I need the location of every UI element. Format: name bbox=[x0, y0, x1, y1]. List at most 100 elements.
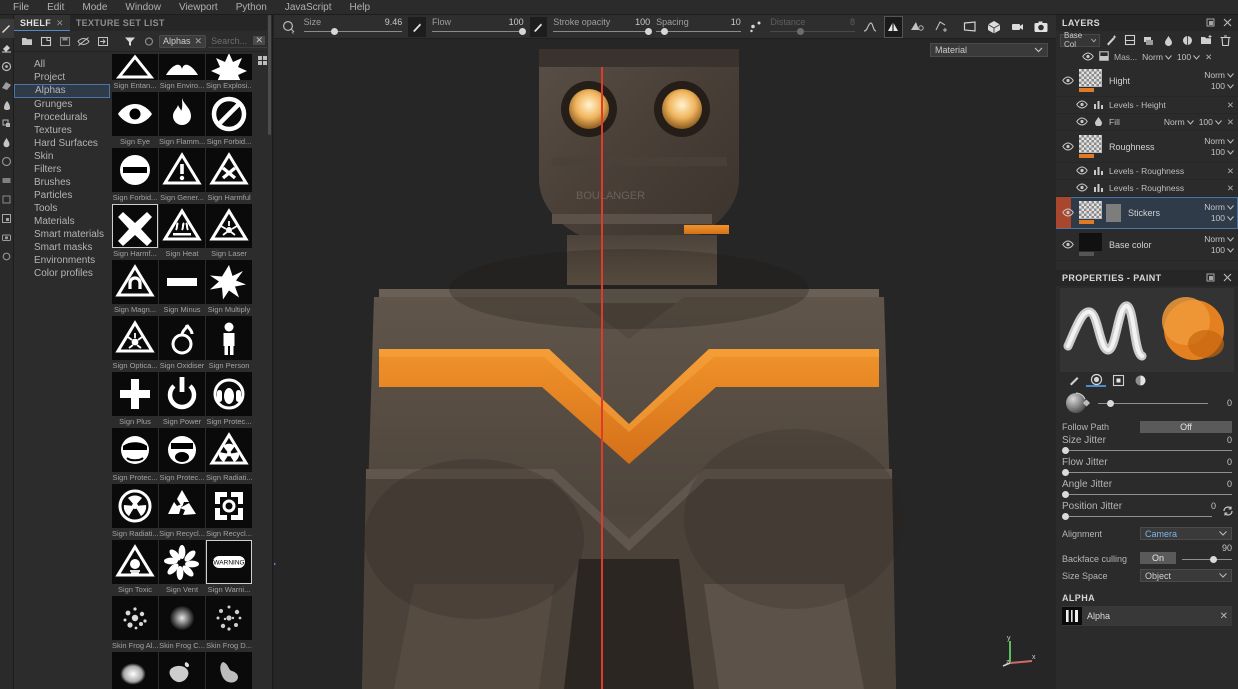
asset-cell[interactable]: WARNING Sign Warni... bbox=[206, 540, 252, 595]
smudge-cloud-icon[interactable] bbox=[112, 652, 158, 689]
sign-magnetic-icon[interactable] bbox=[112, 260, 158, 304]
asset-cell[interactable]: Sign Eye bbox=[112, 92, 158, 147]
effect-close-icon[interactable]: ✕ bbox=[1227, 100, 1238, 111]
layer-mask-thumbnail[interactable] bbox=[1106, 203, 1121, 222]
asset-cell[interactable]: Sign Plus bbox=[112, 372, 158, 427]
filter-chip-alphas[interactable]: Alphas ✕ bbox=[159, 34, 207, 48]
menu-item-viewport[interactable]: Viewport bbox=[170, 0, 227, 15]
sign-forbidden-bar-icon[interactable] bbox=[112, 148, 158, 192]
asset-cell[interactable]: Skin Frog Al... bbox=[112, 596, 158, 651]
asset-cell[interactable]: Sign Enviro... bbox=[159, 54, 205, 91]
layer-opacity-dropdown[interactable]: 100 bbox=[1211, 81, 1234, 91]
paint-tool-icon[interactable] bbox=[0, 19, 14, 38]
mask-icon[interactable] bbox=[1099, 51, 1109, 63]
effect-close-icon[interactable]: ✕ bbox=[1227, 166, 1238, 177]
tab-texture-set-list[interactable]: TEXTURE SET LIST bbox=[70, 15, 171, 31]
sign-heat-icon[interactable] bbox=[159, 204, 205, 248]
category-materials[interactable]: Materials bbox=[14, 215, 110, 228]
asset-cell[interactable]: Sign Person bbox=[206, 316, 252, 371]
asset-cell[interactable]: Sign Protec... bbox=[112, 428, 158, 483]
shelf-scrollbar[interactable] bbox=[267, 15, 272, 689]
undock-icon[interactable] bbox=[1206, 18, 1215, 29]
asset-cell[interactable]: Smudge Cl... bbox=[112, 652, 158, 689]
category-smart-masks[interactable]: Smart masks bbox=[14, 241, 110, 254]
layer-effect-row[interactable]: Levels - Height ✕ bbox=[1056, 97, 1238, 114]
eye-icon[interactable] bbox=[1060, 142, 1075, 151]
brush-preset-icon[interactable] bbox=[280, 17, 298, 37]
asset-cell[interactable]: Sign Flamm... bbox=[159, 92, 205, 147]
menu-item-file[interactable]: File bbox=[4, 0, 38, 15]
asset-cell[interactable]: Sign Minus bbox=[159, 260, 205, 315]
save-icon[interactable] bbox=[56, 33, 73, 50]
sign-environment-icon[interactable] bbox=[159, 54, 205, 80]
sign-laser-icon[interactable] bbox=[206, 204, 252, 248]
layer-thumbnail[interactable] bbox=[1079, 69, 1102, 92]
layer-thumbnail[interactable] bbox=[1079, 135, 1102, 158]
sign-recycle-arrows-icon[interactable] bbox=[159, 484, 205, 528]
asset-cell[interactable]: Sign Recycl... bbox=[206, 484, 252, 539]
sign-radiation-triangle-icon[interactable] bbox=[206, 428, 252, 472]
add-generator-icon[interactable] bbox=[1180, 32, 1196, 49]
settings-icon[interactable] bbox=[0, 247, 14, 266]
sign-forbidden-slash-icon[interactable] bbox=[206, 92, 252, 136]
asset-cell[interactable]: Sign Explosi... bbox=[206, 54, 252, 91]
layer-blend-dropdown[interactable]: Norm bbox=[1204, 234, 1234, 244]
skin-frog-c-icon[interactable] bbox=[159, 596, 205, 640]
eye-icon[interactable] bbox=[1082, 51, 1094, 63]
symmetry-mirror-icon[interactable] bbox=[908, 17, 926, 37]
eye-icon[interactable] bbox=[1060, 76, 1075, 85]
3d-viewport[interactable]: BOULANGER Material y x z bbox=[274, 39, 1056, 689]
size-slider-group[interactable]: Size 9.46 bbox=[303, 17, 403, 36]
sign-plus-icon[interactable] bbox=[112, 372, 158, 416]
effect-close-icon[interactable]: ✕ bbox=[1227, 117, 1238, 128]
menu-item-edit[interactable]: Edit bbox=[38, 0, 73, 15]
effect-close-icon[interactable]: ✕ bbox=[1227, 183, 1238, 194]
stencil-icon[interactable] bbox=[0, 209, 14, 228]
skin-frog-a-icon[interactable] bbox=[112, 596, 158, 640]
layer-thumbnail[interactable] bbox=[1079, 233, 1102, 256]
delete-icon[interactable] bbox=[1218, 32, 1234, 49]
category-skin[interactable]: Skin bbox=[14, 150, 110, 163]
size-space-row[interactable]: Size Space Object bbox=[1056, 567, 1238, 584]
menu-item-python[interactable]: Python bbox=[227, 0, 276, 15]
close-icon[interactable] bbox=[1223, 273, 1232, 284]
layer-effect-row[interactable]: Fill Norm 100 ✕ bbox=[1056, 114, 1238, 131]
asset-cell[interactable]: Sign Harmf... bbox=[112, 204, 158, 259]
sign-oxidiser-icon[interactable] bbox=[159, 316, 205, 360]
polygon-fill-tool-icon[interactable] bbox=[0, 76, 14, 95]
folder-icon[interactable] bbox=[18, 33, 35, 50]
alpha-tab-icon[interactable] bbox=[1108, 373, 1128, 387]
category-grunges[interactable]: Grunges bbox=[14, 98, 110, 111]
add-paint-layer-icon[interactable] bbox=[1103, 32, 1119, 49]
category-all[interactable]: All bbox=[14, 58, 110, 71]
eye-icon[interactable] bbox=[1076, 165, 1088, 177]
brush-tab-icon[interactable] bbox=[1064, 373, 1084, 387]
sign-ear-protection-icon[interactable] bbox=[206, 372, 252, 416]
asset-cell[interactable]: Smudge Ra... bbox=[206, 652, 252, 689]
add-mask-icon[interactable] bbox=[1161, 32, 1177, 49]
asset-cell[interactable]: Sign Radiati... bbox=[206, 428, 252, 483]
flow-jitter-row[interactable]: Flow Jitter 0 bbox=[1056, 455, 1238, 477]
add-level-icon[interactable] bbox=[1141, 32, 1157, 49]
smudge-rag-icon[interactable] bbox=[206, 652, 252, 689]
sign-harmful-x-icon[interactable] bbox=[112, 204, 158, 248]
asset-cell[interactable]: Sign Magn... bbox=[112, 260, 158, 315]
category-alphas[interactable]: Alphas bbox=[14, 84, 110, 98]
flow-stamp-icon[interactable] bbox=[408, 16, 426, 37]
sign-recycle-square-icon[interactable] bbox=[206, 484, 252, 528]
layer-mask-row[interactable]: Mas... Norm 100 ✕ bbox=[1056, 49, 1238, 65]
smudge-tool-icon[interactable] bbox=[0, 95, 14, 114]
uv-view-icon[interactable] bbox=[962, 17, 980, 37]
sign-flammable-icon[interactable] bbox=[159, 92, 205, 136]
angle-jitter-row[interactable]: Angle Jitter 0 bbox=[1056, 477, 1238, 499]
flow-slider-group[interactable]: Flow 100 bbox=[431, 17, 527, 36]
geometry-decal-icon[interactable] bbox=[0, 171, 14, 190]
channel-dropdown[interactable]: Base Col bbox=[1060, 31, 1101, 49]
skin-frog-d-icon[interactable] bbox=[206, 596, 252, 640]
alpha-slot[interactable]: Alpha ✕ bbox=[1062, 606, 1232, 626]
sign-entanglement-icon[interactable] bbox=[112, 54, 158, 80]
3d-view-icon[interactable] bbox=[985, 17, 1003, 37]
material-picker-icon[interactable] bbox=[0, 152, 14, 171]
screenshot-icon[interactable] bbox=[1032, 17, 1050, 37]
asset-cell[interactable]: Sign Harmful bbox=[206, 148, 252, 203]
